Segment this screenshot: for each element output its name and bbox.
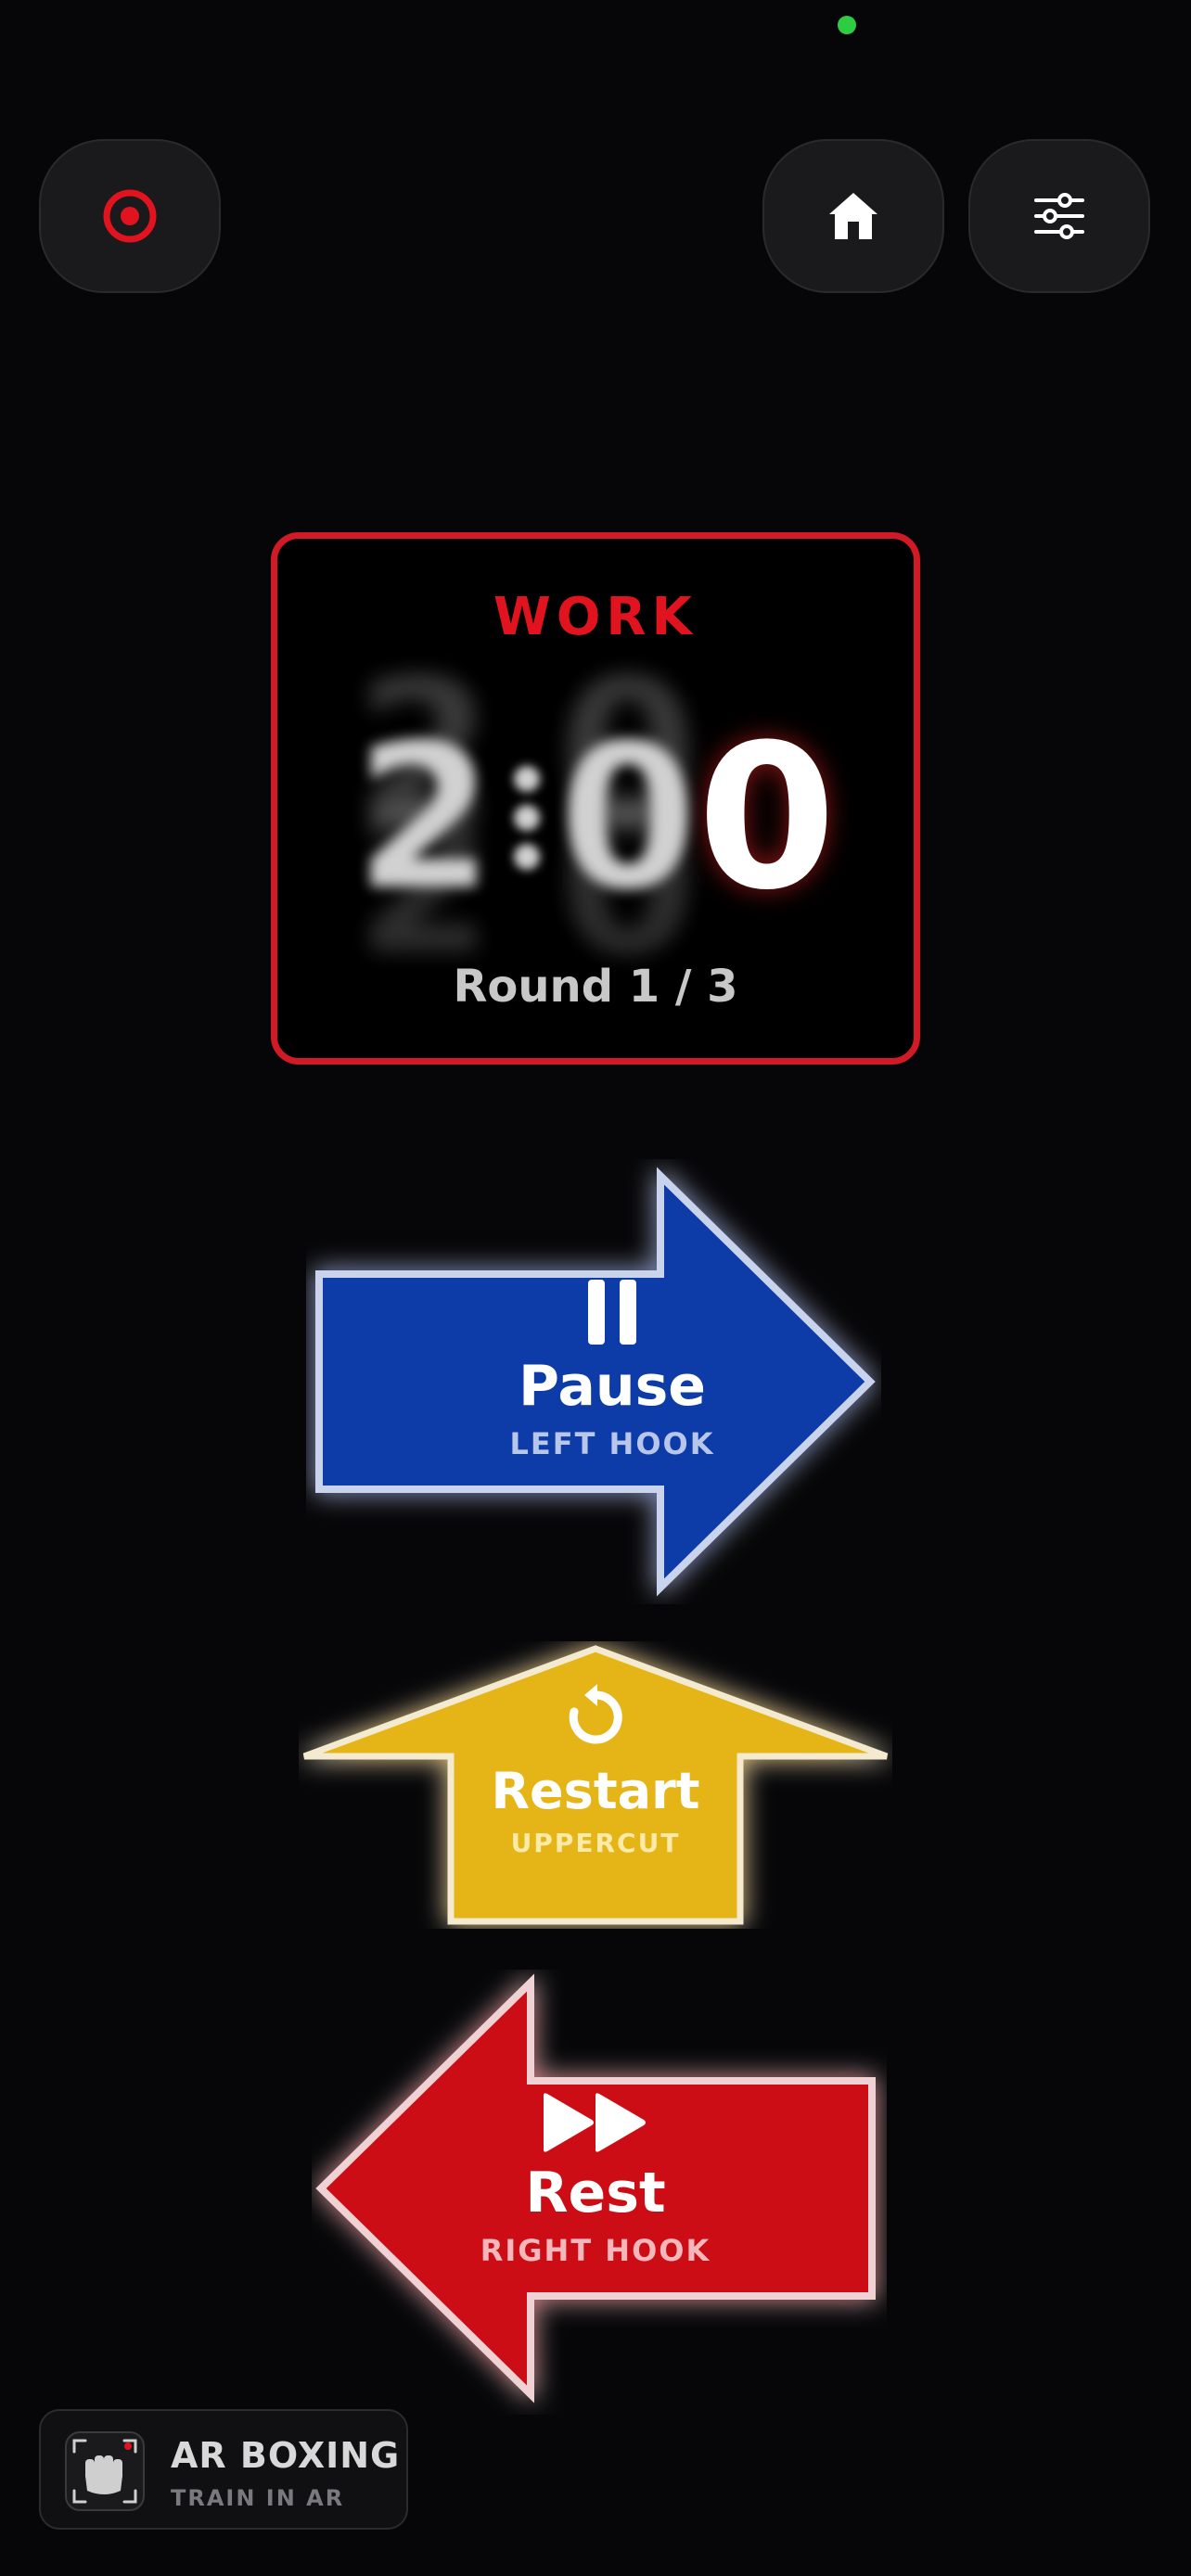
rest-label: Rest xyxy=(525,2161,666,2225)
restart-button[interactable]: Restart UPPERCUT xyxy=(299,1641,892,1929)
restart-punch-label: UPPERCUT xyxy=(510,1828,681,1858)
badge-title: AR BOXING xyxy=(171,2435,401,2476)
target-icon xyxy=(103,189,157,243)
restart-icon xyxy=(569,1684,622,1744)
camera-indicator-dot xyxy=(838,16,856,34)
pause-label: Pause xyxy=(519,1354,706,1419)
home-button[interactable] xyxy=(762,139,944,293)
phase-label: WORK xyxy=(493,587,698,647)
timer-colon xyxy=(493,729,558,905)
timer-seconds-tens: 0 xyxy=(558,700,698,934)
pause-punch-label: LEFT HOOK xyxy=(509,1426,715,1461)
home-icon xyxy=(829,193,877,239)
rest-content: Rest RIGHT HOOK xyxy=(364,2092,827,2268)
timer-minutes: 2 xyxy=(354,700,494,934)
sliders-icon xyxy=(1034,193,1084,239)
settings-button[interactable] xyxy=(968,139,1150,293)
pause-content: Pause LEFT HOOK xyxy=(380,1280,844,1461)
timer-digits: 2 0 0 xyxy=(277,701,914,933)
target-button[interactable] xyxy=(39,139,221,293)
round-counter: Round 1 / 3 xyxy=(453,961,738,1013)
pause-button[interactable]: Pause LEFT HOOK xyxy=(306,1159,881,1604)
rest-button[interactable]: Rest RIGHT HOOK xyxy=(312,1970,887,2415)
restart-label: Restart xyxy=(491,1762,700,1820)
badge-subtitle: TRAIN IN AR xyxy=(171,2485,345,2511)
fist-icon xyxy=(72,2439,137,2504)
app-badge[interactable]: AR BOXING TRAIN IN AR xyxy=(39,2409,408,2530)
timer-seconds-ones: 0 xyxy=(697,700,837,934)
timer-card: WORK 2 0 0 Round 1 / 3 xyxy=(271,532,920,1065)
app-logo xyxy=(65,2431,145,2511)
fast-forward-icon xyxy=(544,2093,646,2152)
rest-punch-label: RIGHT HOOK xyxy=(480,2233,711,2268)
restart-content: Restart UPPERCUT xyxy=(364,1684,827,1858)
pause-icon xyxy=(588,1280,636,1345)
